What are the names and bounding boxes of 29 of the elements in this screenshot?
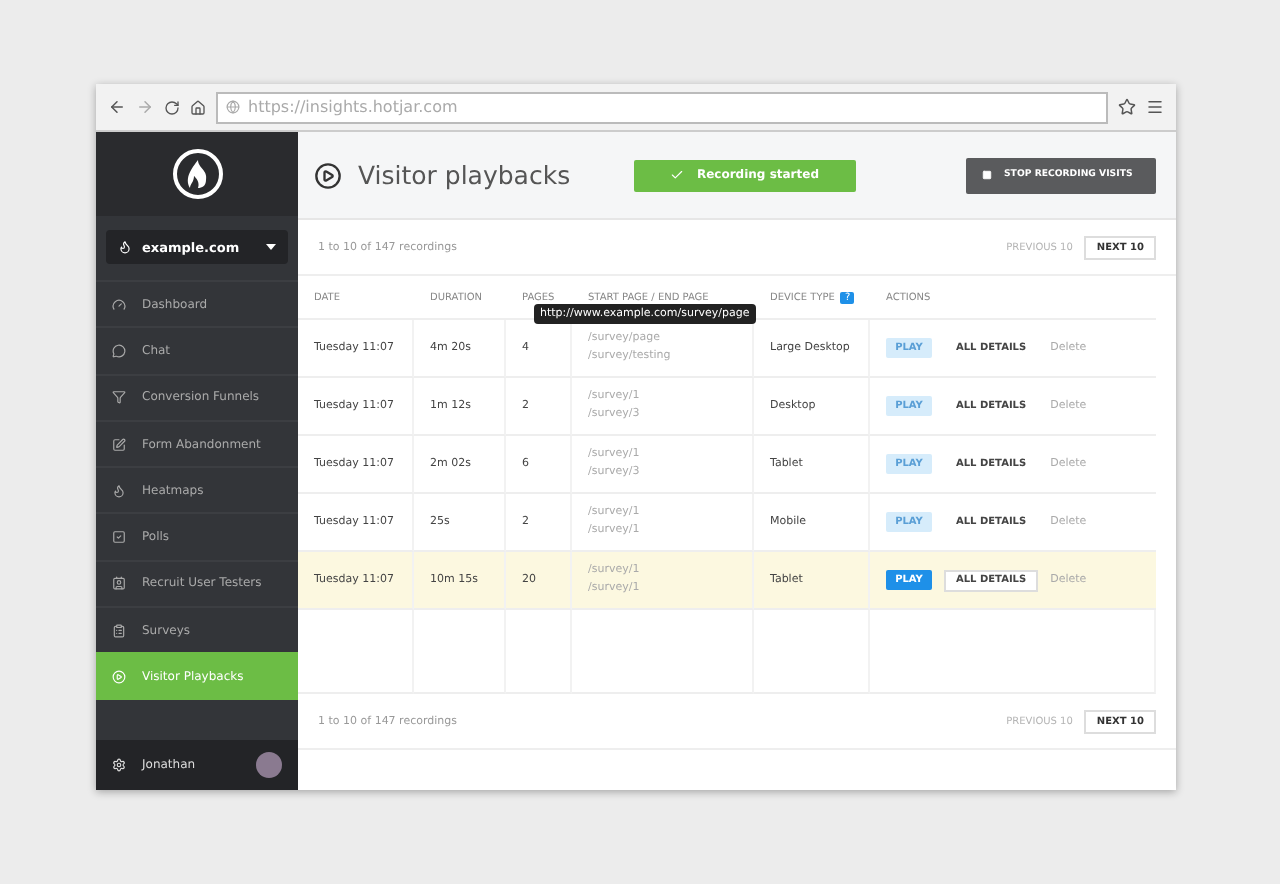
settings-icon[interactable] [112,758,126,772]
flame-icon [118,240,132,254]
play-icon [112,670,126,685]
flame-icon [112,483,126,498]
caret-icon [266,244,276,250]
gauge-icon [112,297,126,312]
chat-icon [112,343,126,358]
empty-table-cell [754,610,870,694]
menu-icon[interactable] [1146,98,1164,116]
check-icon [670,168,685,182]
clipboard-icon [112,623,126,638]
user-avatar [256,752,282,778]
globe-icon [226,100,240,114]
logo-icon [171,148,223,200]
stop-icon [982,170,992,180]
contact-icon [112,576,126,591]
empty-table-cell [298,610,414,694]
checkbox-icon [112,530,126,545]
pen-icon [112,437,126,452]
empty-table-cell [414,610,506,694]
star-icon[interactable] [1118,98,1136,116]
reload-icon[interactable] [164,99,180,115]
address-bar[interactable]: https://insights.hotjar.com [216,91,1108,123]
back-icon[interactable] [108,98,126,116]
url-text: https://insights.hotjar.com [248,98,458,116]
funnel-icon [112,390,126,405]
page-title: Visitor playbacks [358,160,573,190]
home-icon[interactable] [190,99,206,115]
play-icon [314,161,342,189]
